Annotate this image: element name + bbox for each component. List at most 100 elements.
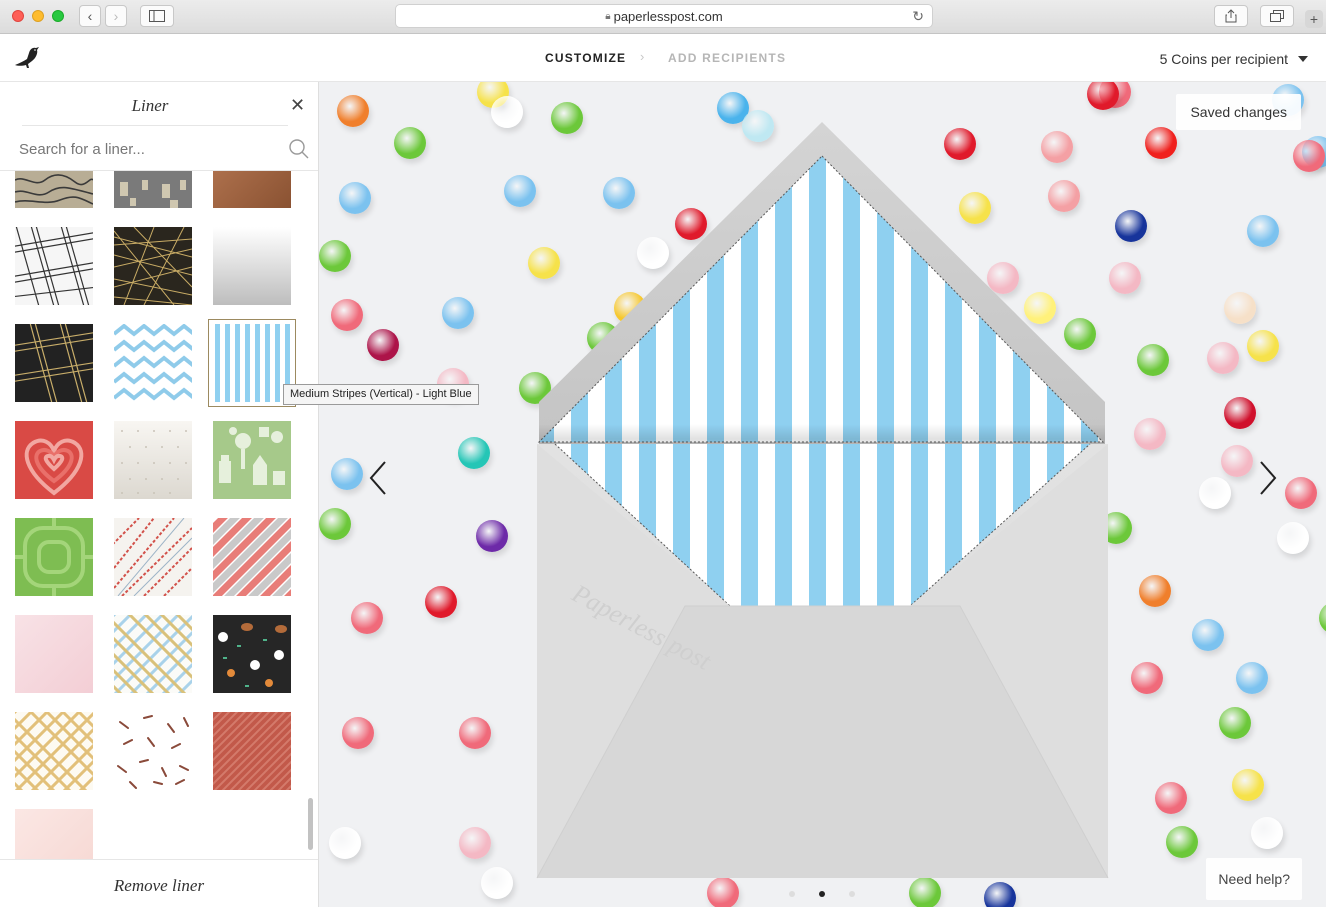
new-tab-button[interactable]: + <box>1305 10 1323 28</box>
reload-icon[interactable]: ↻ <box>912 8 924 25</box>
pom-pom <box>351 602 383 634</box>
share-button[interactable] <box>1214 5 1248 27</box>
pom-pom <box>337 95 369 127</box>
search-icon[interactable] <box>288 138 310 160</box>
share-icon <box>1225 9 1237 23</box>
pom-pom <box>1145 127 1177 159</box>
close-window-button[interactable] <box>12 10 24 22</box>
pom-pom <box>1155 782 1187 814</box>
pom-pom <box>1166 826 1198 858</box>
remove-liner-button[interactable]: Remove liner <box>0 876 318 896</box>
liner-swatch[interactable] <box>114 227 192 305</box>
liner-swatch[interactable] <box>15 615 93 693</box>
panel-title: Liner <box>131 96 169 115</box>
liner-swatch[interactable] <box>15 809 93 859</box>
chevron-left-icon: ‹ <box>87 8 93 24</box>
liner-swatch[interactable] <box>114 421 192 499</box>
liner-swatch[interactable] <box>213 171 291 208</box>
step-customize[interactable]: CUSTOMIZE <box>545 51 626 65</box>
tabs-icon <box>1270 10 1284 22</box>
plus-icon: + <box>1309 11 1319 27</box>
pom-pom <box>1115 210 1147 242</box>
liner-swatch[interactable] <box>114 712 192 790</box>
minimize-window-button[interactable] <box>32 10 44 22</box>
liner-swatch[interactable] <box>213 518 291 596</box>
pom-pom <box>319 508 351 540</box>
pom-pom <box>504 175 536 207</box>
bird-logo-icon[interactable] <box>12 43 46 71</box>
liner-swatch-selected[interactable] <box>208 319 296 407</box>
liner-swatch[interactable] <box>114 324 192 402</box>
back-button[interactable]: ‹ <box>79 5 101 27</box>
pom-pom <box>1134 418 1166 450</box>
divider <box>22 125 288 126</box>
liner-swatch[interactable] <box>114 171 192 208</box>
pom-pom <box>425 586 457 618</box>
chevron-right-icon: › <box>640 49 646 64</box>
sidebar-toggle-button[interactable] <box>140 5 174 27</box>
browser-toolbar: ‹ › 🔒︎ paperlesspost.com ↻ + <box>0 0 1326 34</box>
coins-dropdown[interactable]: 5 Coins per recipient <box>1160 51 1308 67</box>
preview-canvas: Paperless post Saved changes Need help? <box>319 82 1326 907</box>
liner-swatch[interactable] <box>15 171 93 208</box>
pager-dot[interactable] <box>789 891 795 897</box>
pom-pom <box>481 867 513 899</box>
step-add-recipients[interactable]: ADD RECIPIENTS <box>668 51 786 65</box>
pom-pom <box>1207 342 1239 374</box>
pom-pom <box>1131 662 1163 694</box>
liner-swatch[interactable] <box>213 615 291 693</box>
chevron-right-icon: › <box>113 8 119 24</box>
liner-search-input[interactable] <box>19 141 269 158</box>
pager-dot-active[interactable] <box>819 891 825 897</box>
envelope-preview: Paperless post <box>536 122 1109 879</box>
pom-pom <box>1232 769 1264 801</box>
pom-pom <box>459 717 491 749</box>
url-text: paperlesspost.com <box>613 8 723 24</box>
pom-pom <box>319 240 351 272</box>
close-icon[interactable]: ✕ <box>290 95 305 116</box>
pom-pom <box>1293 140 1325 172</box>
liner-swatch-grid <box>0 171 318 859</box>
pom-pom <box>1319 602 1326 634</box>
pom-pom <box>458 437 490 469</box>
pager-dot[interactable] <box>849 891 855 897</box>
pom-pom <box>459 827 491 859</box>
panel-scrollbar[interactable] <box>308 798 313 850</box>
pom-pom <box>1247 330 1279 362</box>
chevron-right-icon[interactable] <box>1253 458 1283 498</box>
liner-swatch[interactable] <box>15 712 93 790</box>
coins-label: 5 Coins per recipient <box>1159 51 1288 67</box>
pom-pom <box>1247 215 1279 247</box>
liner-swatch[interactable] <box>15 421 93 499</box>
saved-changes-indicator: Saved changes <box>1176 94 1301 130</box>
liner-swatch[interactable] <box>213 227 291 305</box>
pom-pom <box>342 717 374 749</box>
liner-swatch[interactable] <box>15 324 93 402</box>
liner-swatch[interactable] <box>15 227 93 305</box>
pom-pom <box>1221 445 1253 477</box>
liner-swatch[interactable] <box>114 518 192 596</box>
pom-pom <box>707 877 739 907</box>
zoom-window-button[interactable] <box>52 10 64 22</box>
need-help-button[interactable]: Need help? <box>1206 858 1302 900</box>
pager-dots <box>789 891 855 897</box>
pom-pom <box>909 877 941 907</box>
pom-pom <box>1224 292 1256 324</box>
pom-pom <box>1139 575 1171 607</box>
liner-swatch[interactable] <box>213 421 291 499</box>
pom-pom <box>1285 477 1317 509</box>
pom-pom <box>1236 662 1268 694</box>
liner-swatch[interactable] <box>114 615 192 693</box>
pom-pom <box>331 458 363 490</box>
swatch-tooltip: Medium Stripes (Vertical) - Light Blue <box>283 384 479 405</box>
address-bar[interactable]: 🔒︎ paperlesspost.com ↻ <box>395 4 933 28</box>
liner-swatch[interactable] <box>15 518 93 596</box>
pom-pom <box>491 96 523 128</box>
pom-pom <box>1224 397 1256 429</box>
pom-pom <box>1109 262 1141 294</box>
tabs-overview-button[interactable] <box>1260 5 1294 27</box>
caret-down-icon <box>1298 56 1308 62</box>
liner-swatch[interactable] <box>213 712 291 790</box>
forward-button[interactable]: › <box>105 5 127 27</box>
chevron-left-icon[interactable] <box>363 458 393 498</box>
